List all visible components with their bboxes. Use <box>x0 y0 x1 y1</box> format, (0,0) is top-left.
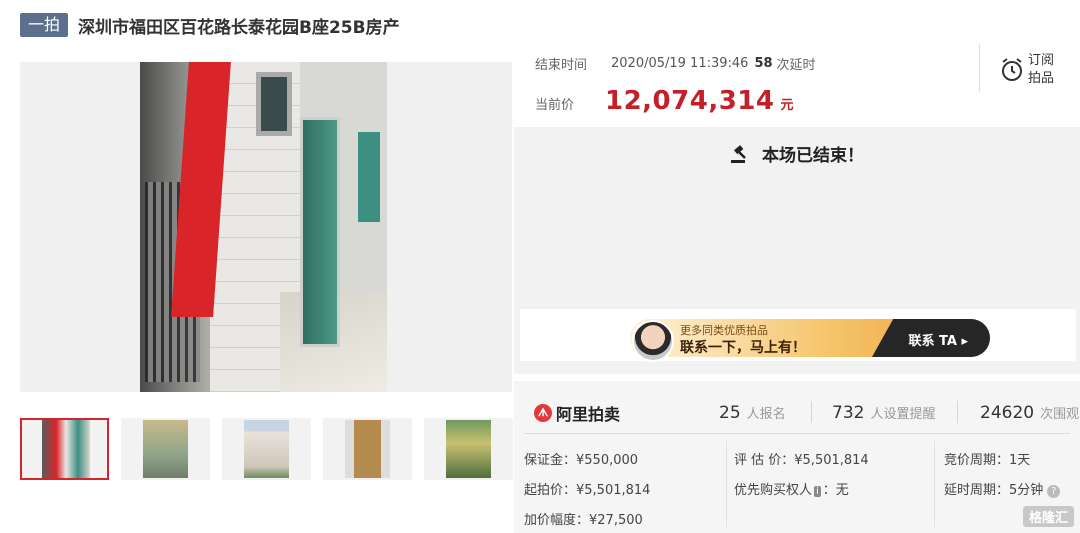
priority-buyer: 优先购买权人 i ：无 <box>734 479 849 498</box>
thumbnail-1[interactable] <box>20 418 109 480</box>
current-price: 12,074,314 <box>605 86 775 116</box>
divider <box>979 44 980 92</box>
contact-ta-button[interactable]: 联系 TA ▸ <box>908 330 968 349</box>
end-time-label: 结束时间 <box>535 57 588 73</box>
page-title: 深圳市福田区百花路长泰花园B座25B房产 <box>78 17 400 38</box>
avatar <box>632 320 674 362</box>
views-label: 次围观 <box>1040 407 1080 422</box>
views-stat: 24620 次围观 <box>980 403 1079 423</box>
reminder-label: 人设置提醒 <box>870 407 936 422</box>
thumbnail-2[interactable] <box>121 418 210 480</box>
thumbnail-3[interactable] <box>222 418 311 480</box>
delay-cycle: 延时周期：5分钟 <box>944 483 1044 498</box>
subscribe-label-1: 订阅 <box>1028 53 1055 68</box>
contact-line-1: 更多同类优质拍品 <box>680 324 768 337</box>
ended-message-row: 本场已结束！ <box>514 141 1080 166</box>
thumbnail-5[interactable] <box>424 418 513 480</box>
thumbnail-4[interactable] <box>323 418 412 480</box>
help-icon[interactable]: ? <box>1047 485 1061 498</box>
brand-name: 阿里拍卖 <box>556 405 621 424</box>
current-price-label: 当前价 <box>535 98 575 113</box>
subscribe-button[interactable]: 订阅 拍品 <box>1000 52 1060 88</box>
alarm-clock-icon <box>1002 58 1022 81</box>
property-photo <box>140 62 387 392</box>
ended-panel: 本场已结束！ 更多同类优质拍品 联系一下，马上有！ 联系 TA ▸ <box>514 127 1080 374</box>
stats-panel: ᗑ 阿里拍卖 25 人报名 732 人设置提醒 24620 次围观 保证金：¥550,… <box>514 381 1080 533</box>
bid-cycle: 竞价周期：1天 <box>944 453 1031 468</box>
info-icon[interactable]: i <box>814 486 821 497</box>
header: 一拍 深圳市福田区百花路长泰花园B座25B房产 <box>20 12 400 38</box>
priority-value: ：无 <box>822 483 849 498</box>
priority-label: 优先购买权人 <box>734 483 813 498</box>
start-price: 起拍价：¥5,501,814 <box>524 483 651 498</box>
delay-count-label: 次延时 <box>776 57 816 73</box>
delay-count: 58 <box>754 55 773 71</box>
reminder-count: 732 <box>832 403 865 423</box>
brand-logo: ᗑ 阿里拍卖 <box>534 401 620 425</box>
auction-info: 结束时间 2020/05/19 11:39:46 58 次延时 当前价 12,0… <box>535 52 816 117</box>
increment: 加价幅度：¥27,500 <box>524 513 643 528</box>
contact-bar[interactable]: 更多同类优质拍品 联系一下，马上有！ 联系 TA ▸ <box>630 319 990 357</box>
brand-logo-icon: ᗑ <box>534 404 552 422</box>
subscribe-label-2: 拍品 <box>1028 71 1055 86</box>
main-photo[interactable] <box>20 62 512 392</box>
contact-line-2: 联系一下，马上有！ <box>680 340 806 356</box>
ended-message: 本场已结束！ <box>761 146 864 166</box>
price-unit: 元 <box>780 98 794 113</box>
signup-label: 人报名 <box>746 407 786 422</box>
delay-cycle-row: 延时周期：5分钟? <box>944 479 1061 498</box>
reminder-stat: 732 人设置提醒 <box>832 403 935 423</box>
views-count: 24620 <box>980 403 1035 423</box>
signup-stat: 25 人报名 <box>719 403 786 423</box>
gavel-icon <box>731 145 746 163</box>
appraisal-price: 评 估 价：¥5,501,814 <box>734 453 869 468</box>
thumbnail-strip <box>20 418 525 480</box>
deposit: 保证金：¥550,000 <box>524 453 639 468</box>
contact-banner: 更多同类优质拍品 联系一下，马上有！ 联系 TA ▸ <box>520 309 1076 362</box>
contact-ta-label: 联系 TA <box>908 334 957 349</box>
watermark: 格隆汇 <box>1022 506 1074 527</box>
auction-page: 一拍 深圳市福田区百花路长泰花园B座25B房产 结束时间 2020/05/19 … <box>0 0 1080 533</box>
signup-count: 25 <box>719 403 741 423</box>
auction-round-badge: 一拍 <box>20 13 69 37</box>
end-time-value: 2020/05/19 11:39:46 <box>611 55 749 71</box>
